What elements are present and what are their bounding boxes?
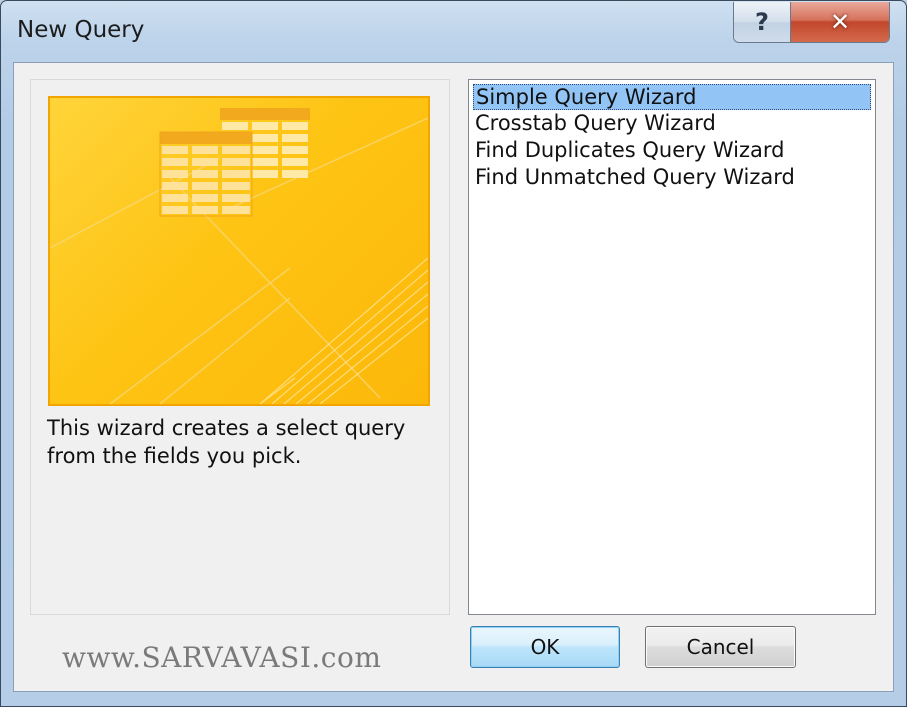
wizard-description: This wizard creates a select query from … <box>47 414 427 470</box>
new-query-dialog: New Query ? ✕ This wizard creates a sele… <box>0 0 907 707</box>
title-bar[interactable]: New Query ? ✕ <box>1 1 906 57</box>
caption-buttons: ? ✕ <box>733 2 890 43</box>
list-item-crosstab-query-wizard[interactable]: Crosstab Query Wizard <box>473 111 871 137</box>
preview-panel: This wizard creates a select query from … <box>30 79 450 615</box>
question-mark-icon: ? <box>755 8 769 36</box>
dialog-title: New Query <box>17 17 145 43</box>
list-item-find-duplicates-query-wizard[interactable]: Find Duplicates Query Wizard <box>473 138 871 164</box>
dialog-body: This wizard creates a select query from … <box>13 62 894 692</box>
list-item-simple-query-wizard[interactable]: Simple Query Wizard <box>473 84 871 110</box>
close-button[interactable]: ✕ <box>791 2 889 42</box>
description-line-2: from the fields you pick. <box>47 444 302 468</box>
wizard-list[interactable]: Simple Query Wizard Crosstab Query Wizar… <box>468 79 876 615</box>
help-button[interactable]: ? <box>734 2 791 42</box>
cancel-button[interactable]: Cancel <box>645 626 796 668</box>
close-icon: ✕ <box>829 8 851 36</box>
table-grid-illustration <box>50 108 428 404</box>
list-item-find-unmatched-query-wizard[interactable]: Find Unmatched Query Wizard <box>473 165 871 191</box>
ok-button[interactable]: OK <box>470 626 620 668</box>
watermark-text: www.SARVAVASI.com <box>62 641 382 674</box>
description-line-1: This wizard creates a select query <box>47 416 406 440</box>
wizard-preview-image <box>48 96 430 406</box>
